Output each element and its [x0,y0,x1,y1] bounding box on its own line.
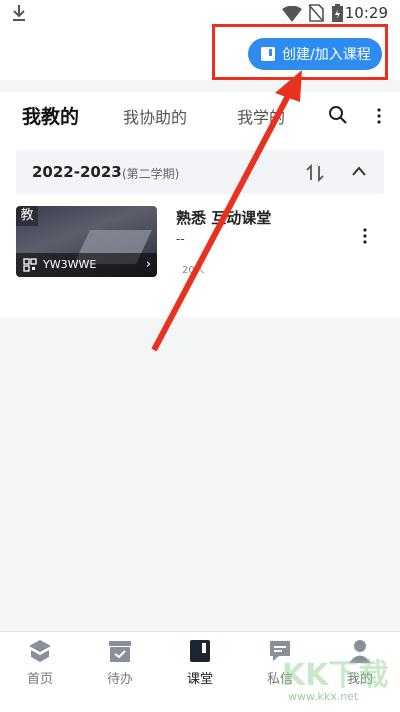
qr-code-icon [23,258,37,272]
course-title: 熟悉 互动课堂 [176,209,272,227]
teacher-badge: 教 [16,206,38,226]
member-count: 20人 [182,265,205,276]
nav-todo[interactable]: 待办 [90,638,150,687]
course-cover[interactable]: 教 YW3WWE › [16,206,157,277]
todo-icon [109,641,131,662]
sort-icon[interactable] [306,164,324,182]
course-more-icon[interactable] [362,228,368,244]
annotation-highlight-box [212,24,388,80]
wifi-icon [282,6,302,22]
nav-home[interactable]: 首页 [10,638,70,687]
search-icon[interactable] [328,105,348,125]
semester-group-header[interactable]: 2022-2023 (第二学期) [16,150,384,194]
battery-icon [332,4,343,22]
tab-assisting[interactable]: 我协助的 [123,104,187,128]
chevron-right-icon: › [145,257,151,272]
chevron-up-icon[interactable] [352,166,366,176]
tab-teaching[interactable]: 我教的 [22,102,79,129]
classroom-icon [190,640,210,662]
course-tabs: 我教的 我协助的 我学的 [0,92,400,140]
nav-todo-label: 待办 [106,672,133,687]
watermark-logo: KK下载 [282,658,389,693]
tab-learning[interactable]: 我学的 [237,104,285,128]
course-card[interactable]: 教 YW3WWE › 熟悉 互动课堂 -- 20人 [16,206,384,278]
watermark-url: www.kkx.net [288,690,359,703]
semester-label: (第二学期) [122,167,180,181]
class-code: YW3WWE [43,258,97,271]
download-icon [13,5,25,21]
no-sim-icon [308,4,324,22]
more-options-icon[interactable] [374,107,384,125]
class-code-bar[interactable]: YW3WWE › [16,253,157,277]
academic-year: 2022-2023 [32,163,122,181]
home-icon [29,640,51,662]
course-subtitle: -- [176,232,185,246]
status-time: 10:29 [344,4,388,22]
nav-home-label: 首页 [26,672,53,687]
nav-classroom-label: 课堂 [186,672,213,687]
nav-classroom[interactable]: 课堂 [170,638,230,687]
course-list: 2022-2023 (第二学期) 教 YW3WWE › 熟悉 互动课堂 -- 2… [0,140,400,318]
